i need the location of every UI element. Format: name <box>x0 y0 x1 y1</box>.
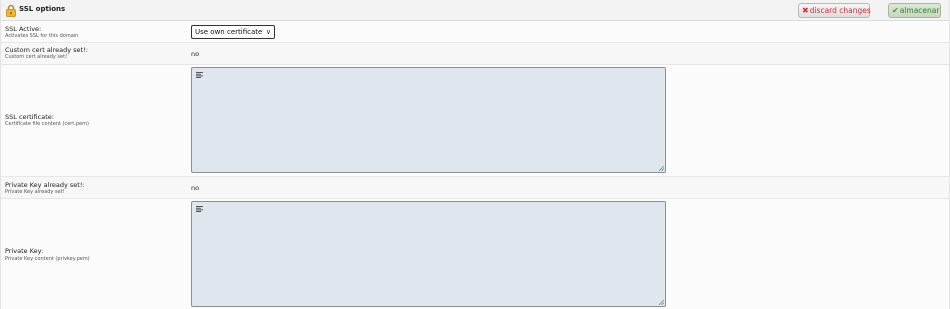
ssl-certificate-description: Certificate file content (cert.pem) <box>5 121 89 127</box>
custom-cert-set-label: Custom cert already set!: <box>5 46 88 54</box>
resize-handle-icon[interactable] <box>658 165 664 171</box>
check-icon: ✔ <box>892 6 899 15</box>
ssl-active-row: SSL Active: Activates SSL for this domai… <box>1 21 949 43</box>
ssl-active-selected-value: Use own certificate <box>195 28 263 36</box>
lock-icon <box>6 4 16 17</box>
private-key-set-value: no <box>191 184 200 192</box>
save-label: almacenar <box>899 6 940 15</box>
chevron-down-icon: ∨ <box>265 28 271 36</box>
private-key-row: Private Key: Private Key content (privke… <box>1 199 949 309</box>
resize-handle-icon[interactable] <box>658 299 664 305</box>
ssl-certificate-textarea[interactable] <box>191 67 666 173</box>
custom-cert-set-value: no <box>191 50 200 58</box>
custom-cert-set-row: Custom cert already set!: Custom cert al… <box>1 43 949 65</box>
discard-changes-label: discard changes <box>809 6 871 15</box>
custom-cert-set-description: Custom cert already set! <box>5 54 68 60</box>
private-key-set-row: Private Key already set!: Private Key al… <box>1 177 949 199</box>
private-key-description: Private Key content (privkey.pem) <box>5 256 90 262</box>
text-lines-icon <box>196 72 203 78</box>
page-title: SSL options <box>19 5 66 13</box>
ssl-active-label: SSL Active: <box>5 25 42 33</box>
ssl-active-select[interactable]: Use own certificate ∨ <box>191 25 275 39</box>
ssl-options-panel: SSL options ✖discard changes ✔almacenar … <box>0 0 950 309</box>
ssl-certificate-label: SSL certificate: <box>5 113 54 121</box>
save-button[interactable]: ✔almacenar <box>888 3 941 18</box>
private-key-label: Private Key: <box>5 247 44 255</box>
text-lines-icon <box>196 206 203 212</box>
ssl-certificate-row: SSL certificate: Certificate file conten… <box>1 65 949 177</box>
discard-changes-button[interactable]: ✖discard changes <box>798 3 871 18</box>
ssl-active-description: Activates SSL for this domain <box>5 33 79 39</box>
private-key-textarea[interactable] <box>191 201 666 307</box>
panel-header: SSL options ✖discard changes ✔almacenar <box>1 0 949 21</box>
private-key-set-label: Private Key already set!: <box>5 181 85 189</box>
close-icon: ✖ <box>802 6 809 15</box>
private-key-set-description: Private Key already set! <box>5 189 65 195</box>
